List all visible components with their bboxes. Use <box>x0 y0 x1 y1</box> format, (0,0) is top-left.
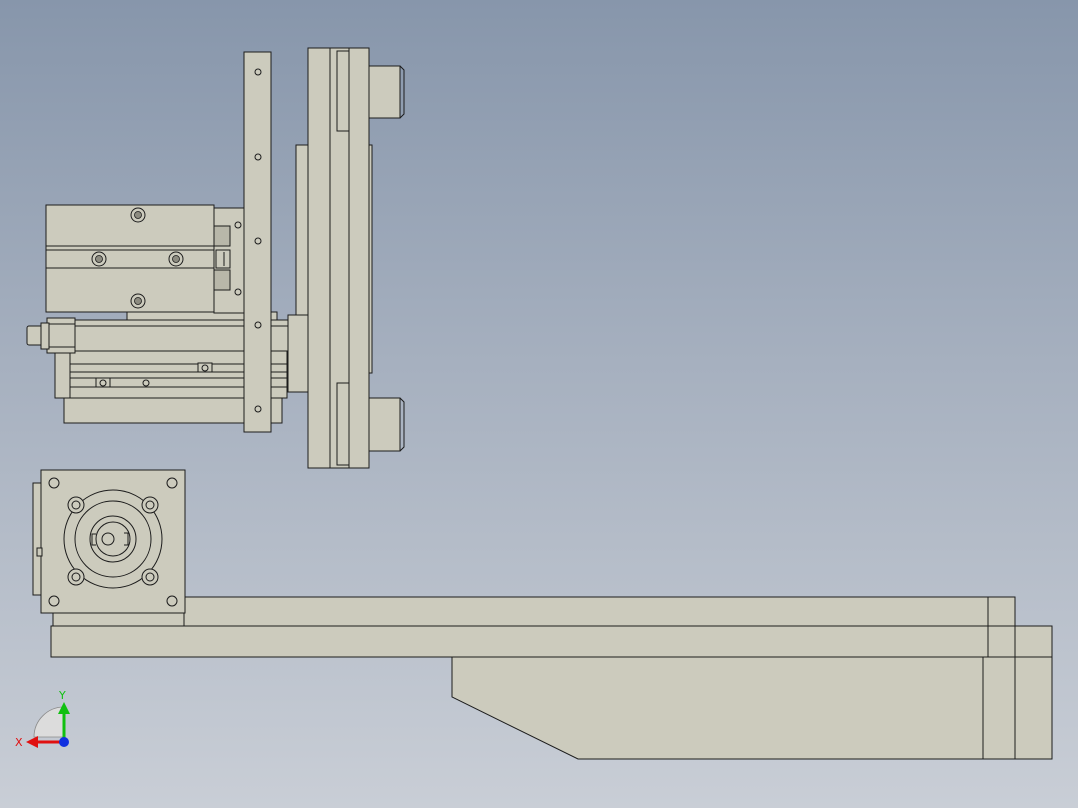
rail-upper-plate <box>182 596 989 627</box>
cad-viewport[interactable]: Y X <box>0 0 1078 808</box>
slide-rail-plate-a <box>307 47 331 469</box>
y-axis-label: Y <box>58 689 66 702</box>
flange-hole-bl <box>48 595 60 607</box>
vertical-slide-assembly[interactable] <box>287 47 405 469</box>
flange-hole-tr <box>166 477 178 489</box>
x-axis-label: X <box>15 736 23 749</box>
slide-end-block-top <box>368 65 401 119</box>
rail-end-cap <box>1014 625 1053 760</box>
slide-stop-bottom <box>336 382 350 466</box>
motor-base-plate <box>52 612 185 627</box>
flange-hole-tl <box>48 477 60 489</box>
rail-end-block-upper <box>987 596 1016 627</box>
cad-model-view: Y X <box>15 47 1053 760</box>
gripper-housing <box>45 204 215 313</box>
motor-flange[interactable] <box>32 469 186 614</box>
base-rail-assembly[interactable] <box>50 596 1053 760</box>
x-axis-arrowhead <box>26 736 38 748</box>
rail-end-block-lower <box>982 656 1016 760</box>
coordinate-triad[interactable]: Y X <box>15 689 70 749</box>
gripper-body[interactable] <box>45 204 278 323</box>
slide-bracket-lower <box>287 314 309 393</box>
rail-lower-plate <box>50 625 989 658</box>
rail-end-block-mid <box>987 625 1016 658</box>
cylinder-nut <box>46 317 76 354</box>
rail-lower-wedge <box>451 656 984 760</box>
z-axis-dot <box>59 737 69 747</box>
flange-hole-br <box>166 595 178 607</box>
slide-stop-top <box>336 50 350 132</box>
slide-end-block-bottom <box>368 397 401 452</box>
